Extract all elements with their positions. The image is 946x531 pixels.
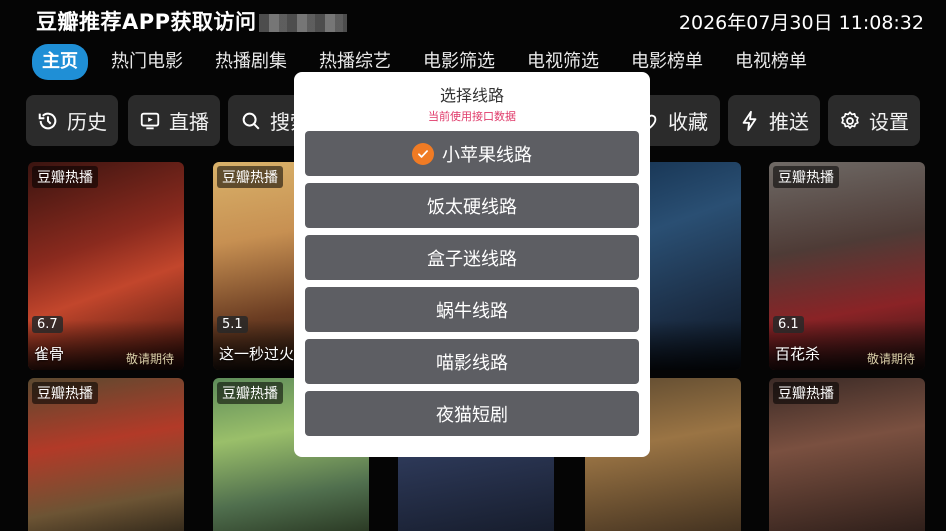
tab-tv-charts[interactable]: 电视榜单 [726, 44, 816, 80]
dialog-subtitle: 当前使用接口数据 [428, 110, 516, 123]
live-button[interactable]: 直播 [128, 95, 220, 146]
lightning-icon [742, 110, 757, 131]
poster-badge: 豆瓣热播 [32, 382, 98, 404]
tab-hot-movies[interactable]: 热门电影 [102, 44, 192, 80]
tab-hot-series[interactable]: 热播剧集 [206, 44, 296, 80]
route-label: 喵影线路 [436, 352, 508, 374]
route-label: 饭太硬线路 [427, 196, 517, 218]
push-label: 推送 [769, 110, 809, 134]
route-label: 小苹果线路 [442, 144, 532, 166]
poster-card[interactable]: 豆瓣热播 [28, 378, 184, 531]
clock: 2026年07月30日 11:08:32 [678, 12, 924, 34]
app-title-text: 豆瓣推荐APP获取访问 [36, 10, 257, 34]
poster-score: 6.1 [773, 316, 804, 333]
poster-card[interactable]: 豆瓣热播 [769, 378, 925, 531]
poster-badge: 豆瓣热播 [217, 382, 283, 404]
history-button[interactable]: 历史 [26, 95, 118, 146]
redacted-text [258, 14, 347, 32]
poster-badge: 豆瓣热播 [32, 166, 98, 188]
route-option[interactable]: 喵影线路 [305, 339, 639, 384]
check-icon [412, 142, 434, 165]
route-label: 夜猫短剧 [436, 404, 508, 426]
poster-subtitle: 敬请期待 [866, 352, 915, 366]
tv-icon [140, 112, 160, 129]
poster-card[interactable]: 豆瓣热播 6.1 百花杀 敬请期待 [769, 162, 925, 370]
poster-badge: 豆瓣热播 [773, 166, 839, 188]
route-option[interactable]: 蜗牛线路 [305, 287, 639, 332]
history-label: 历史 [67, 110, 107, 134]
poster-title: 雀骨 [34, 345, 65, 363]
poster-score: 6.7 [32, 316, 63, 333]
poster-badge: 豆瓣热播 [217, 166, 283, 188]
poster-badge: 豆瓣热播 [773, 382, 839, 404]
push-button[interactable]: 推送 [728, 95, 820, 146]
poster-title: 这一秒过火 [219, 345, 295, 363]
route-option[interactable]: 夜猫短剧 [305, 391, 639, 436]
app-title: 豆瓣推荐APP获取访问 [36, 6, 347, 36]
search-icon [242, 112, 260, 130]
live-label: 直播 [169, 110, 209, 134]
route-option[interactable]: 盒子迷线路 [305, 235, 639, 280]
route-label: 盒子迷线路 [427, 248, 517, 270]
settings-label: 设置 [869, 110, 909, 134]
poster-score: 5.1 [217, 316, 248, 333]
poster-card[interactable]: 豆瓣热播 6.7 雀骨 敬请期待 [28, 162, 184, 370]
settings-button[interactable]: 设置 [828, 95, 920, 146]
dialog-title: 选择线路 [439, 86, 504, 105]
route-label: 蜗牛线路 [436, 300, 508, 322]
route-option[interactable]: 饭太硬线路 [305, 183, 639, 228]
tab-home[interactable]: 主页 [32, 44, 88, 80]
route-option[interactable]: 小苹果线路 [305, 131, 639, 176]
poster-title: 百花杀 [775, 345, 821, 363]
route-select-dialog: 选择线路 当前使用接口数据 小苹果线路 饭太硬线路 盒子迷线路 蜗牛线路 喵影线… [294, 72, 650, 457]
history-icon [38, 112, 57, 129]
poster-subtitle: 敬请期待 [125, 352, 174, 366]
favorites-label: 收藏 [668, 110, 708, 134]
gear-icon [841, 110, 859, 129]
